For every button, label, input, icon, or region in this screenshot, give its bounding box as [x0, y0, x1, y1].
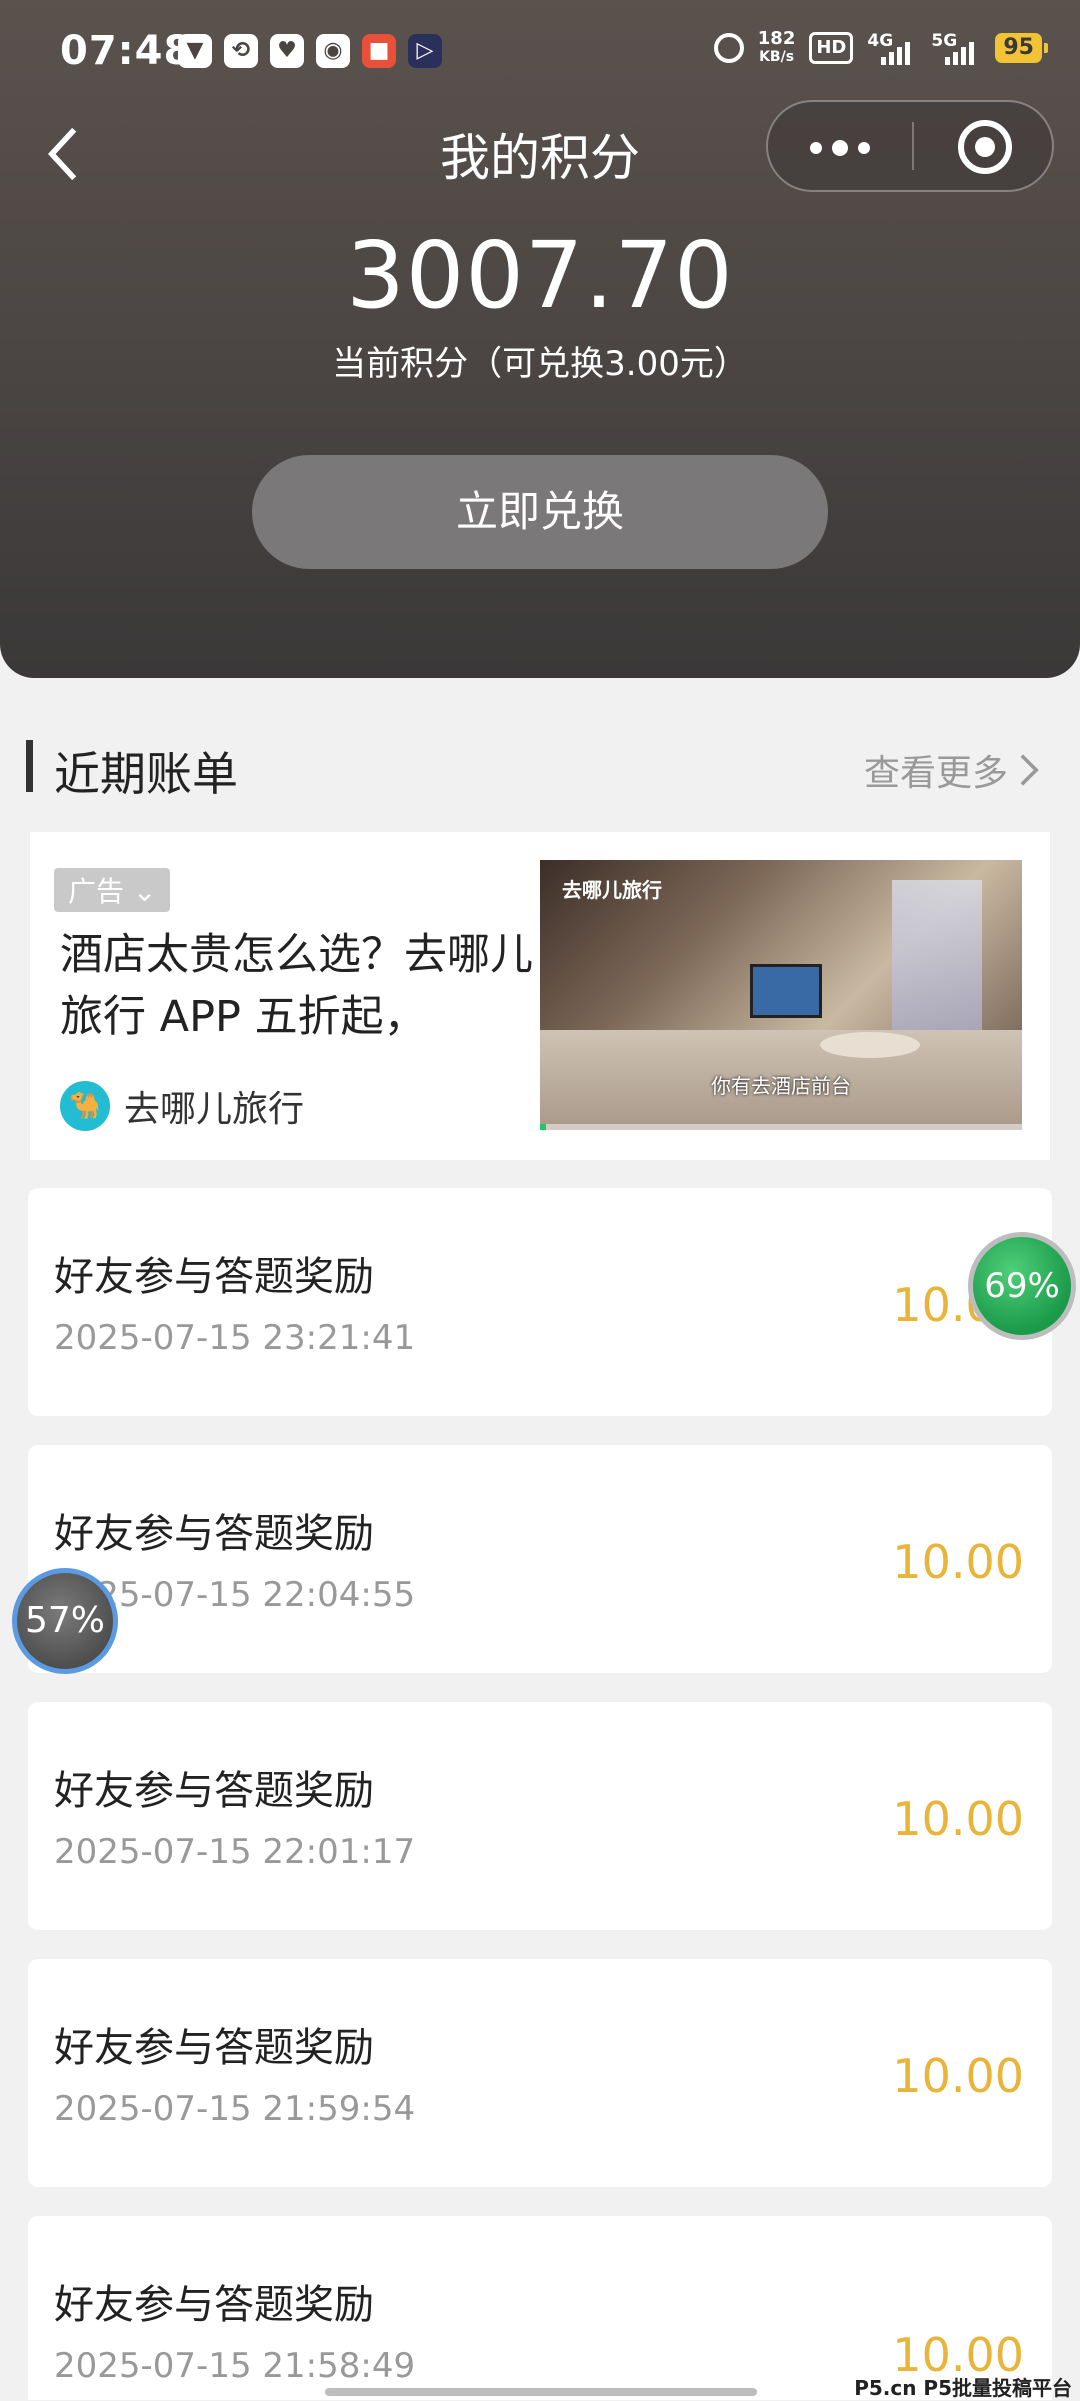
refresh-icon: ⟲: [224, 34, 258, 68]
points-value: 3007.70: [346, 222, 734, 329]
record-date: 2025-07-15 22:01:17: [54, 1832, 416, 1872]
signal-4g-icon: 4G: [867, 31, 917, 65]
system-status: 182 KB/s HD 4G 5G 95: [713, 28, 1048, 66]
exchange-button[interactable]: 立即兑换: [252, 455, 828, 569]
dot-icon: [832, 140, 848, 156]
list-item[interactable]: 好友参与答题奖励 2025-07-15 22:01:17 10.00: [28, 1702, 1052, 1930]
status-bar: 07:48 ▼ ⟲ ♥ ◉ ■ ▷ 182 KB/s HD 4G 5G 95: [0, 0, 1080, 110]
record-title: 好友参与答题奖励: [54, 1768, 374, 1814]
view-more-label: 查看更多: [863, 753, 1008, 794]
ad-card[interactable]: 广告 ⌄ 酒店太贵怎么选？去哪儿旅行 APP 五折起， 🐪 去哪儿旅行 去哪儿旅…: [30, 832, 1050, 1160]
camel-logo-icon: 🐪: [60, 1081, 110, 1131]
header: 07:48 ▼ ⟲ ♥ ◉ ■ ▷ 182 KB/s HD 4G 5G 95 我…: [0, 0, 1080, 678]
ad-video-progress: [540, 1124, 1022, 1130]
more-button[interactable]: [768, 102, 908, 190]
weibo-icon: ◉: [316, 34, 350, 68]
record-title: 好友参与答题奖励: [54, 1511, 374, 1557]
ad-tag[interactable]: 广告 ⌄: [54, 868, 171, 912]
close-mini-program-button[interactable]: [958, 120, 1012, 174]
dot-icon: [810, 142, 822, 154]
floating-progress-widget[interactable]: 57%: [12, 1568, 118, 1674]
ad-video-caption: 你有去酒店前台: [711, 1074, 851, 1098]
record-title: 好友参与答题奖励: [54, 2025, 374, 2071]
ad-headline: 酒店太贵怎么选？去哪儿旅行 APP 五折起，: [60, 930, 533, 1042]
ad-video-logo: 去哪儿旅行: [562, 878, 662, 902]
record-date: 2025-07-15 21:58:49: [54, 2346, 416, 2386]
chevron-right-icon: [1020, 754, 1039, 786]
record-date: 2025-07-15 21:59:54: [54, 2089, 416, 2129]
list-item[interactable]: 好友参与答题奖励 2025-07-15 21:59:54 10.00: [28, 1959, 1052, 2187]
ad-brand: 🐪 去哪儿旅行: [60, 1080, 304, 1132]
mini-program-capsule: [766, 100, 1054, 192]
alarm-icon: [713, 33, 744, 63]
status-time: 07:48: [60, 28, 193, 74]
floating-progress-widget[interactable]: 69%: [968, 1232, 1076, 1340]
record-title: 好友参与答题奖励: [54, 1254, 374, 1300]
net-speed: 182 KB/s: [757, 28, 796, 66]
play-icon: ▷: [408, 34, 442, 68]
shield-icon: ▼: [178, 34, 212, 68]
record-amount: 10.00: [892, 1535, 1024, 1589]
dot-icon: [858, 142, 870, 154]
record-title: 好友参与答题奖励: [54, 2282, 374, 2328]
capsule-divider: [912, 122, 914, 170]
section-title: 近期账单: [54, 747, 238, 801]
list-item[interactable]: 好友参与答题奖励 2025-07-15 23:21:41 10.00: [28, 1188, 1052, 1416]
record-amount: 10.00: [892, 1792, 1024, 1846]
ad-brand-name: 去哪儿旅行: [124, 1089, 305, 1130]
record-amount: 10.00: [892, 2049, 1024, 2103]
view-more-link[interactable]: 查看更多: [864, 744, 1040, 796]
signal-5g-icon: 5G: [931, 31, 981, 65]
heart-icon: ♥: [270, 34, 304, 68]
section-accent-bar: [26, 740, 33, 792]
app-icon: ■: [362, 34, 396, 68]
notification-icons: ▼ ⟲ ♥ ◉ ■ ▷: [178, 34, 442, 68]
battery-icon: 95: [995, 33, 1048, 63]
watermark: P5.cn P5批量投稿平台: [854, 2376, 1072, 2400]
points-subtitle: 当前积分（可兑换3.00元）: [332, 344, 748, 384]
record-date: 2025-07-15 23:21:41: [54, 1318, 416, 1358]
home-indicator[interactable]: [325, 2388, 757, 2396]
hd-icon: HD: [809, 32, 854, 64]
ad-video[interactable]: 去哪儿旅行 你有去酒店前台: [540, 860, 1022, 1130]
chevron-down-icon: ⌄: [132, 875, 157, 908]
list-item[interactable]: 好友参与答题奖励 2025-07-15 22:04:55 10.00: [28, 1445, 1052, 1673]
